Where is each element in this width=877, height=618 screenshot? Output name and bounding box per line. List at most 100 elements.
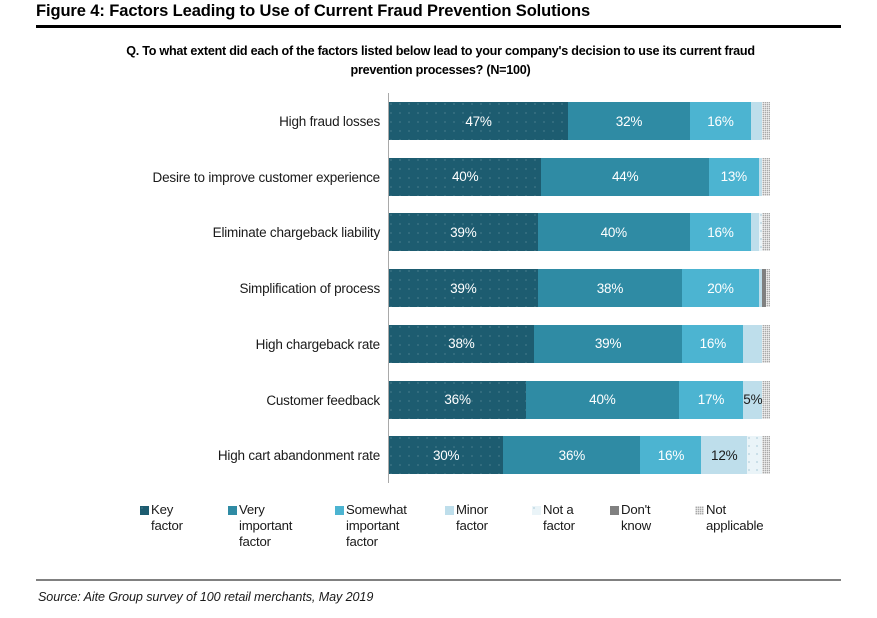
- legend-swatch-icon: [228, 506, 237, 515]
- stacked-bar: 47% 32% 16%: [389, 102, 770, 140]
- legend-item[interactable]: Not applicable: [695, 502, 764, 534]
- bar-segment: 16%: [640, 436, 702, 475]
- bar-segment: 40%: [526, 380, 679, 419]
- chart-row: Eliminate chargeback liability 39% 40% 16%: [0, 213, 877, 269]
- bar-value-label: 5%: [743, 392, 763, 407]
- bar-segment: 32%: [568, 102, 690, 140]
- legend-item[interactable]: Minor factor: [445, 502, 488, 534]
- stacked-bar: 40% 44% 13%: [389, 157, 770, 196]
- stacked-bar: 39% 40% 16%: [389, 213, 770, 252]
- legend-item[interactable]: Not a factor: [532, 502, 575, 534]
- category-label: High chargeback rate: [255, 336, 381, 352]
- legend-item[interactable]: Don't know: [610, 502, 651, 534]
- bar-value-label: 47%: [465, 113, 492, 129]
- source-note: Source: Aite Group survey of 100 retail …: [38, 590, 374, 604]
- figure-page: Figure 4: Factors Leading to Use of Curr…: [0, 0, 877, 618]
- category-label: Eliminate chargeback liability: [212, 225, 381, 241]
- chart-row: High cart abandonment rate 30% 36% 16% 12%: [0, 436, 877, 492]
- legend-label: Minor factor: [456, 502, 488, 533]
- chart-row: High chargeback rate 38% 39% 16%: [0, 324, 877, 381]
- chart-row: Desire to improve customer experience 40%…: [0, 157, 877, 214]
- bar-value-label: 38%: [596, 280, 624, 296]
- bar-value-label: 16%: [699, 336, 727, 352]
- legend-swatch-icon: [140, 506, 149, 515]
- bar-segment: 38%: [389, 324, 534, 363]
- bar-segment: 16%: [682, 324, 744, 363]
- stacked-bar: 39% 38% 20%: [389, 269, 770, 308]
- bar-segment: [750, 213, 759, 252]
- bar-value-label: 36%: [444, 392, 471, 407]
- bar-value-label: 12%: [711, 447, 738, 463]
- legend-label: Not a factor: [543, 502, 575, 533]
- bar-segment: 20%: [682, 269, 759, 308]
- bar-segment: 39%: [389, 213, 538, 252]
- stacked-bar: 30% 36% 16% 12%: [389, 436, 770, 475]
- bar-segment: 13%: [709, 157, 759, 196]
- legend-label: Don't know: [621, 502, 651, 533]
- bar-value-label: 39%: [450, 224, 477, 240]
- legend-swatch-icon: [335, 506, 344, 515]
- legend-label: Not applicable: [706, 502, 764, 533]
- legend-label: Key factor: [151, 502, 183, 533]
- category-label: Customer feedback: [266, 392, 380, 408]
- legend-item[interactable]: Key factor: [140, 502, 183, 534]
- bar-segment: [762, 380, 770, 419]
- legend-item[interactable]: Somewhat important factor: [335, 502, 407, 550]
- bar-value-label: 13%: [720, 169, 748, 185]
- bar-value-label: 17%: [697, 392, 725, 407]
- chart-rows: High fraud losses 47% 32% 16% Desire to impr…: [0, 93, 877, 483]
- legend-swatch-icon: [445, 506, 454, 515]
- bar-segment: 40%: [537, 213, 690, 252]
- chart-legend: Key factor Very important factor Somewhat …: [140, 502, 820, 562]
- category-label: High fraud losses: [279, 114, 380, 129]
- bar-value-label: 30%: [432, 447, 460, 463]
- bar-value-label: 20%: [707, 280, 734, 296]
- bar-segment: 39%: [533, 324, 683, 363]
- bar-segment: 47%: [389, 102, 569, 140]
- bar-segment: 44%: [541, 157, 710, 196]
- figure-title: Figure 4: Factors Leading to Use of Curr…: [36, 2, 591, 20]
- bar-segment: 16%: [689, 213, 751, 252]
- bar-segment: 36%: [503, 436, 641, 475]
- chart-row: High fraud losses 47% 32% 16%: [0, 102, 877, 158]
- legend-item[interactable]: Very important factor: [228, 502, 292, 550]
- stacked-bar: 38% 39% 16%: [389, 324, 770, 363]
- bar-value-label: 16%: [657, 447, 685, 463]
- title-divider: [36, 25, 841, 28]
- bar-value-label: 40%: [589, 392, 616, 407]
- bar-segment: 17%: [678, 380, 744, 419]
- bar-segment: [762, 213, 770, 252]
- category-label: Simplification of process: [239, 281, 380, 297]
- bar-value-label: 16%: [707, 113, 734, 129]
- legend-label: Somewhat important factor: [346, 502, 407, 549]
- bar-segment: 12%: [701, 436, 748, 475]
- bar-segment: [743, 324, 763, 363]
- legend-swatch-icon: [532, 506, 541, 515]
- bar-value-label: 40%: [600, 224, 628, 240]
- legend-swatch-icon: [695, 506, 704, 515]
- bar-segment: 36%: [389, 380, 527, 419]
- bar-segment: 30%: [389, 436, 504, 475]
- chart-row: Simplification of process 39% 38% 20%: [0, 269, 877, 325]
- bar-segment: 39%: [389, 269, 538, 308]
- bar-segment: 38%: [537, 269, 683, 308]
- bar-segment: 16%: [689, 102, 751, 140]
- bar-value-label: 16%: [707, 224, 734, 240]
- chart-row: Customer feedback 36% 40% 17% 5%: [0, 380, 877, 437]
- bar-segment: 5%: [743, 380, 763, 419]
- survey-question: Q. To what extent did each of the factor…: [126, 44, 755, 77]
- bar-value-label: 38%: [448, 336, 475, 352]
- bar-segment: [750, 102, 763, 140]
- chart-plot-area: High fraud losses 47% 32% 16% Desire to impr…: [0, 93, 877, 483]
- category-label: Desire to improve customer experience: [152, 169, 381, 185]
- legend-label: Very important factor: [239, 502, 293, 549]
- bar-segment: [762, 436, 770, 475]
- bar-value-label: 40%: [451, 169, 479, 185]
- bar-segment: [762, 157, 770, 196]
- bar-value-label: 39%: [594, 336, 622, 352]
- bar-value-label: 39%: [450, 280, 477, 296]
- category-label: High cart abandonment rate: [217, 448, 380, 464]
- bar-segment: [766, 269, 770, 308]
- bar-segment: [762, 324, 770, 363]
- bar-value-label: 44%: [611, 169, 639, 185]
